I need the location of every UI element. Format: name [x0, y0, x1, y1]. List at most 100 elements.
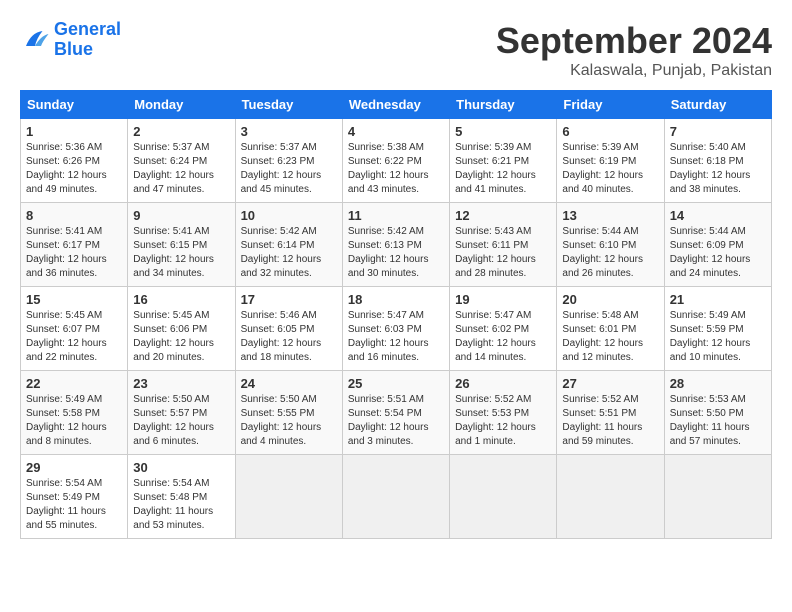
calendar-cell [450, 455, 557, 539]
calendar-cell: 3 Sunrise: 5:37 AMSunset: 6:23 PMDayligh… [235, 119, 342, 203]
day-info: Sunrise: 5:47 AMSunset: 6:02 PMDaylight:… [455, 309, 551, 365]
day-number: 27 [562, 376, 658, 391]
col-sunday: Sunday [21, 91, 128, 119]
calendar-cell: 25 Sunrise: 5:51 AMSunset: 5:54 PMDaylig… [342, 371, 449, 455]
day-number: 17 [241, 292, 337, 307]
col-friday: Friday [557, 91, 664, 119]
calendar-cell [342, 455, 449, 539]
calendar-cell: 2 Sunrise: 5:37 AMSunset: 6:24 PMDayligh… [128, 119, 235, 203]
day-number: 19 [455, 292, 551, 307]
day-info: Sunrise: 5:52 AMSunset: 5:51 PMDaylight:… [562, 393, 658, 449]
calendar-cell: 1 Sunrise: 5:36 AMSunset: 6:26 PMDayligh… [21, 119, 128, 203]
col-wednesday: Wednesday [342, 91, 449, 119]
day-number: 6 [562, 124, 658, 139]
calendar-cell: 21 Sunrise: 5:49 AMSunset: 5:59 PMDaylig… [664, 287, 771, 371]
calendar-body: 1 Sunrise: 5:36 AMSunset: 6:26 PMDayligh… [21, 119, 772, 539]
calendar-cell: 19 Sunrise: 5:47 AMSunset: 6:02 PMDaylig… [450, 287, 557, 371]
col-tuesday: Tuesday [235, 91, 342, 119]
calendar-cell: 29 Sunrise: 5:54 AMSunset: 5:49 PMDaylig… [21, 455, 128, 539]
day-info: Sunrise: 5:45 AMSunset: 6:06 PMDaylight:… [133, 309, 229, 365]
day-number: 1 [26, 124, 122, 139]
day-info: Sunrise: 5:43 AMSunset: 6:11 PMDaylight:… [455, 225, 551, 281]
day-info: Sunrise: 5:46 AMSunset: 6:05 PMDaylight:… [241, 309, 337, 365]
calendar-cell: 28 Sunrise: 5:53 AMSunset: 5:50 PMDaylig… [664, 371, 771, 455]
day-info: Sunrise: 5:39 AMSunset: 6:19 PMDaylight:… [562, 141, 658, 197]
header-row: Sunday Monday Tuesday Wednesday Thursday… [21, 91, 772, 119]
day-number: 28 [670, 376, 766, 391]
calendar-week-1: 1 Sunrise: 5:36 AMSunset: 6:26 PMDayligh… [21, 119, 772, 203]
calendar-table: Sunday Monday Tuesday Wednesday Thursday… [20, 90, 772, 539]
calendar-cell: 16 Sunrise: 5:45 AMSunset: 6:06 PMDaylig… [128, 287, 235, 371]
page-header: General Blue September 2024 Kalaswala, P… [20, 20, 772, 80]
calendar-cell: 18 Sunrise: 5:47 AMSunset: 6:03 PMDaylig… [342, 287, 449, 371]
calendar-cell: 7 Sunrise: 5:40 AMSunset: 6:18 PMDayligh… [664, 119, 771, 203]
calendar-cell: 9 Sunrise: 5:41 AMSunset: 6:15 PMDayligh… [128, 203, 235, 287]
calendar-week-5: 29 Sunrise: 5:54 AMSunset: 5:49 PMDaylig… [21, 455, 772, 539]
day-number: 22 [26, 376, 122, 391]
calendar-cell [235, 455, 342, 539]
logo: General Blue [20, 20, 121, 60]
calendar-cell: 30 Sunrise: 5:54 AMSunset: 5:48 PMDaylig… [128, 455, 235, 539]
day-number: 2 [133, 124, 229, 139]
day-number: 9 [133, 208, 229, 223]
day-info: Sunrise: 5:50 AMSunset: 5:55 PMDaylight:… [241, 393, 337, 449]
day-info: Sunrise: 5:39 AMSunset: 6:21 PMDaylight:… [455, 141, 551, 197]
day-info: Sunrise: 5:49 AMSunset: 5:59 PMDaylight:… [670, 309, 766, 365]
day-info: Sunrise: 5:37 AMSunset: 6:24 PMDaylight:… [133, 141, 229, 197]
day-info: Sunrise: 5:41 AMSunset: 6:15 PMDaylight:… [133, 225, 229, 281]
day-info: Sunrise: 5:49 AMSunset: 5:58 PMDaylight:… [26, 393, 122, 449]
calendar-cell: 6 Sunrise: 5:39 AMSunset: 6:19 PMDayligh… [557, 119, 664, 203]
day-number: 20 [562, 292, 658, 307]
month-title: September 2024 [496, 20, 772, 62]
calendar-cell: 24 Sunrise: 5:50 AMSunset: 5:55 PMDaylig… [235, 371, 342, 455]
calendar-cell: 11 Sunrise: 5:42 AMSunset: 6:13 PMDaylig… [342, 203, 449, 287]
day-number: 7 [670, 124, 766, 139]
col-saturday: Saturday [664, 91, 771, 119]
day-info: Sunrise: 5:48 AMSunset: 6:01 PMDaylight:… [562, 309, 658, 365]
day-number: 30 [133, 460, 229, 475]
calendar-week-3: 15 Sunrise: 5:45 AMSunset: 6:07 PMDaylig… [21, 287, 772, 371]
day-number: 24 [241, 376, 337, 391]
day-number: 18 [348, 292, 444, 307]
day-info: Sunrise: 5:54 AMSunset: 5:48 PMDaylight:… [133, 477, 229, 533]
day-info: Sunrise: 5:50 AMSunset: 5:57 PMDaylight:… [133, 393, 229, 449]
day-info: Sunrise: 5:45 AMSunset: 6:07 PMDaylight:… [26, 309, 122, 365]
day-number: 14 [670, 208, 766, 223]
day-info: Sunrise: 5:54 AMSunset: 5:49 PMDaylight:… [26, 477, 122, 533]
col-monday: Monday [128, 91, 235, 119]
day-number: 15 [26, 292, 122, 307]
calendar-cell: 20 Sunrise: 5:48 AMSunset: 6:01 PMDaylig… [557, 287, 664, 371]
title-block: September 2024 Kalaswala, Punjab, Pakist… [496, 20, 772, 80]
calendar-cell: 8 Sunrise: 5:41 AMSunset: 6:17 PMDayligh… [21, 203, 128, 287]
logo-icon [20, 25, 50, 55]
day-number: 11 [348, 208, 444, 223]
day-info: Sunrise: 5:40 AMSunset: 6:18 PMDaylight:… [670, 141, 766, 197]
day-info: Sunrise: 5:44 AMSunset: 6:09 PMDaylight:… [670, 225, 766, 281]
calendar-week-2: 8 Sunrise: 5:41 AMSunset: 6:17 PMDayligh… [21, 203, 772, 287]
day-info: Sunrise: 5:42 AMSunset: 6:14 PMDaylight:… [241, 225, 337, 281]
calendar-cell: 14 Sunrise: 5:44 AMSunset: 6:09 PMDaylig… [664, 203, 771, 287]
day-number: 12 [455, 208, 551, 223]
day-info: Sunrise: 5:38 AMSunset: 6:22 PMDaylight:… [348, 141, 444, 197]
day-number: 29 [26, 460, 122, 475]
day-number: 10 [241, 208, 337, 223]
day-info: Sunrise: 5:51 AMSunset: 5:54 PMDaylight:… [348, 393, 444, 449]
calendar-cell: 22 Sunrise: 5:49 AMSunset: 5:58 PMDaylig… [21, 371, 128, 455]
calendar-cell: 5 Sunrise: 5:39 AMSunset: 6:21 PMDayligh… [450, 119, 557, 203]
day-number: 21 [670, 292, 766, 307]
day-number: 5 [455, 124, 551, 139]
day-info: Sunrise: 5:44 AMSunset: 6:10 PMDaylight:… [562, 225, 658, 281]
calendar-week-4: 22 Sunrise: 5:49 AMSunset: 5:58 PMDaylig… [21, 371, 772, 455]
day-number: 4 [348, 124, 444, 139]
calendar-cell [557, 455, 664, 539]
day-info: Sunrise: 5:47 AMSunset: 6:03 PMDaylight:… [348, 309, 444, 365]
day-number: 26 [455, 376, 551, 391]
calendar-cell: 10 Sunrise: 5:42 AMSunset: 6:14 PMDaylig… [235, 203, 342, 287]
calendar-cell: 23 Sunrise: 5:50 AMSunset: 5:57 PMDaylig… [128, 371, 235, 455]
logo-text: General Blue [54, 20, 121, 60]
calendar-cell: 12 Sunrise: 5:43 AMSunset: 6:11 PMDaylig… [450, 203, 557, 287]
location-title: Kalaswala, Punjab, Pakistan [496, 62, 772, 80]
day-info: Sunrise: 5:52 AMSunset: 5:53 PMDaylight:… [455, 393, 551, 449]
col-thursday: Thursday [450, 91, 557, 119]
day-number: 16 [133, 292, 229, 307]
